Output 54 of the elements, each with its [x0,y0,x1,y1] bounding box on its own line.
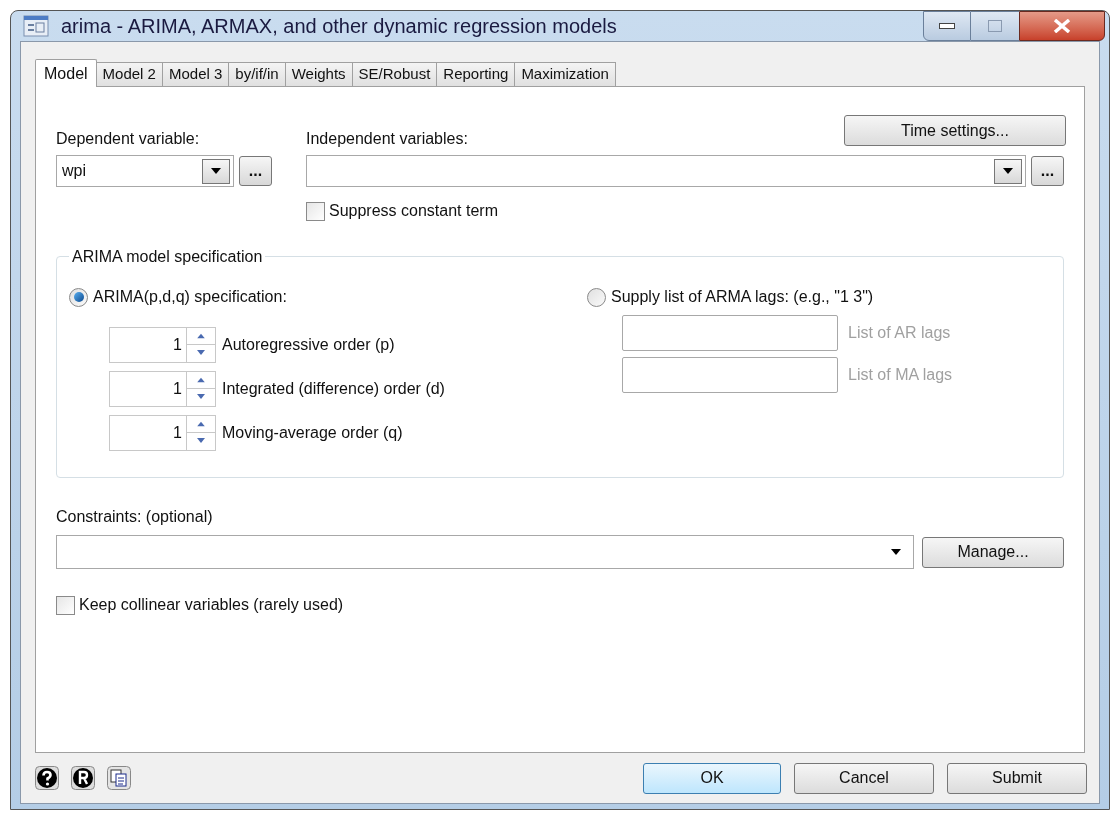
field-label: Dependent variable: [56,129,201,149]
radio-button[interactable] [69,287,88,307]
checkbox-label: Keep collinear variables (rarely used) [79,595,344,615]
browse-button[interactable]: ... [1031,156,1064,186]
radio-label: Supply list of ARMA lags: (e.g., "1 3") [611,287,874,307]
tab[interactable]: by/if/in [228,62,286,86]
checkbox[interactable] [306,201,325,221]
spin-label: Autoregressive order (p) [222,335,395,355]
maximize-icon [988,20,1002,32]
caret-icon [891,549,901,555]
time-settings-button[interactable]: Time settings... [844,115,1066,146]
spin-box[interactable]: 1 [109,327,216,363]
spin-label: Integrated (difference) order (d) [222,379,445,399]
dialog-button[interactable]: OK [643,762,781,794]
radio-button[interactable] [587,287,606,307]
radio-label: ARIMA(p,d,q) specification: [93,287,287,307]
reset-icon [71,766,95,790]
minimize-button[interactable] [923,11,971,41]
manage-button[interactable]: Manage... [922,536,1064,568]
tab[interactable]: Reporting [436,62,516,86]
caret-icon [211,168,221,174]
window-title: arima - ARIMA, ARMAX, and other dynamic regression models [61,14,617,39]
tab[interactable]: Weights [284,62,353,86]
spin-label: Moving-average order (q) [222,423,403,443]
copy-icon [107,766,131,790]
tab[interactable]: Maximization [514,62,616,86]
dependent-variable-combobox[interactable]: wpi [56,155,234,187]
minimize-icon [939,23,955,29]
field-label: List of MA lags [848,365,953,385]
help-icon [35,766,59,790]
browse-button[interactable]: ... [239,156,272,186]
field-label: Independent variables: [306,129,468,149]
window-icon [23,15,49,37]
close-icon [1053,19,1071,33]
close-button[interactable] [1019,11,1105,41]
field-value: wpi [62,161,86,181]
spin-value: 1 [173,335,183,355]
dropdown-button[interactable] [994,158,1022,184]
tab[interactable]: SE/Robust [351,62,438,86]
dropdown-button[interactable] [202,158,230,184]
tab[interactable]: Model [35,59,97,87]
spin-value: 1 [173,379,183,399]
dialog-button[interactable]: Cancel [794,762,934,794]
field-label: List of AR lags [848,323,951,343]
field-label: Constraints: (optional) [56,507,214,527]
checkbox-label: Suppress constant term [329,201,498,221]
tab[interactable]: Model 2 [95,62,163,86]
spin-box[interactable]: 1 [109,371,216,407]
tab[interactable]: Model 3 [161,62,230,86]
checkbox[interactable] [56,595,75,615]
spin-box[interactable]: 1 [109,415,216,451]
caret-icon [1003,168,1013,174]
spin-value: 1 [173,423,183,443]
dialog-button[interactable]: Submit [947,762,1087,794]
